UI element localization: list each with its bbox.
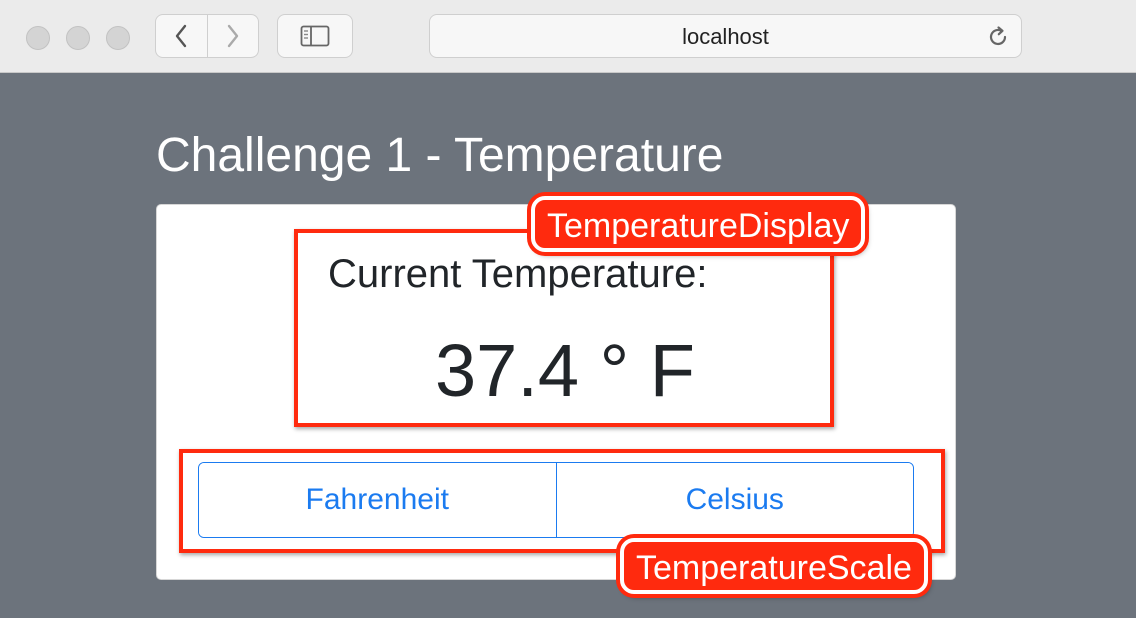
sidebar-icon	[300, 25, 330, 47]
back-button[interactable]	[156, 15, 207, 57]
close-window-button[interactable]	[26, 26, 50, 50]
temperature-display-tag: TemperatureDisplay	[531, 196, 866, 252]
navigation-buttons	[155, 14, 259, 58]
address-bar[interactable]: localhost	[429, 14, 1022, 58]
temperature-display-highlight	[294, 229, 834, 427]
zoom-window-button[interactable]	[106, 26, 130, 50]
chevron-left-icon	[176, 24, 187, 48]
browser-toolbar: localhost	[0, 0, 1136, 73]
forward-button[interactable]	[206, 15, 259, 57]
temperature-scale-tag: TemperatureScale	[620, 538, 928, 594]
minimize-window-button[interactable]	[66, 26, 90, 50]
chevron-right-icon	[227, 24, 238, 48]
sidebar-toggle-button[interactable]	[277, 14, 353, 58]
page-title: Challenge 1 - Temperature	[156, 129, 724, 182]
reload-icon[interactable]	[985, 24, 1011, 50]
url-text: localhost	[682, 24, 769, 49]
